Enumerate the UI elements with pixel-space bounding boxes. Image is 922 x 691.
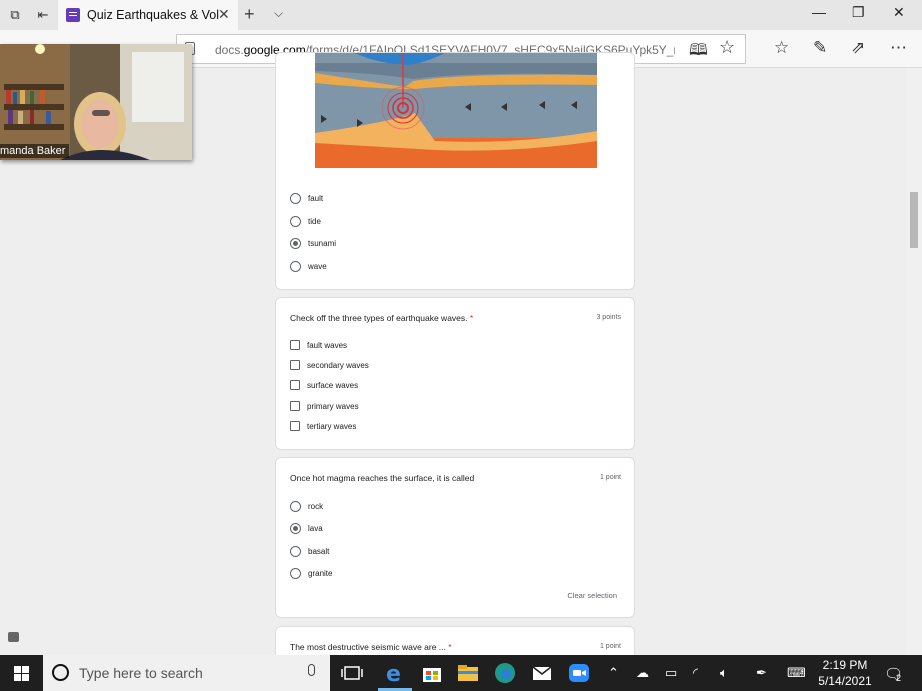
points-label: 1 point	[599, 643, 621, 650]
option-granite[interactable]: granite	[290, 566, 332, 580]
checkbox[interactable]	[290, 421, 300, 431]
option-surface-waves[interactable]: surface waves	[290, 378, 358, 392]
video-call-overlay[interactable]: manda Baker	[0, 44, 192, 160]
tab-title: Quiz Earthquakes & Vol	[87, 8, 220, 22]
windows-start-icon[interactable]	[14, 666, 29, 681]
earthquake-illustration	[315, 53, 597, 168]
option-basalt[interactable]: basalt	[290, 544, 329, 558]
chevron-down-icon[interactable]: ⌵	[274, 6, 283, 21]
option-secondary-waves[interactable]: secondary waves	[290, 358, 369, 372]
taskbar-search[interactable]: Type here to search	[43, 655, 330, 691]
question-card-magma: Once hot magma reaches the surface, it i…	[275, 457, 635, 618]
clear-selection-button[interactable]: Clear selection	[567, 591, 617, 600]
volume-icon[interactable]: 🔈︎	[720, 665, 728, 681]
tab-quiz[interactable]: Quiz Earthquakes & Vol ✕	[58, 0, 238, 30]
reading-view-icon[interactable]: 🕮	[689, 39, 708, 66]
option-lava[interactable]: lava	[290, 521, 323, 535]
close-tab-icon[interactable]: ✕	[218, 6, 230, 23]
feedback-icon[interactable]	[8, 632, 19, 642]
microphone-icon[interactable]	[308, 664, 315, 676]
file-explorer-icon[interactable]	[456, 661, 480, 685]
browser-tab-strip: ⧉ ⇤ Quiz Earthquakes & Vol ✕ + ⌵ — ❐ ✕	[0, 0, 922, 30]
clock[interactable]: 2:19 PM 5/14/2021	[810, 657, 880, 689]
favorite-star-icon[interactable]: ☆	[719, 37, 735, 58]
checkbox[interactable]	[290, 340, 300, 350]
touch-keyboard-icon[interactable]: ⌨	[787, 665, 806, 681]
new-tab-icon[interactable]: +	[244, 4, 255, 25]
google-forms-icon	[66, 8, 80, 22]
minimize-icon[interactable]: —	[812, 4, 826, 20]
option-tsunami[interactable]: tsunami	[290, 236, 336, 250]
zoom-icon[interactable]	[567, 661, 591, 685]
checkbox[interactable]	[290, 360, 300, 370]
radio-button[interactable]	[290, 500, 301, 512]
option-tide[interactable]: tide	[290, 214, 321, 228]
video-feed	[0, 44, 192, 160]
close-window-icon[interactable]: ✕	[893, 4, 905, 21]
radio-button[interactable]	[290, 567, 301, 579]
points-label: 1 point	[599, 474, 621, 481]
onedrive-icon[interactable]: ☁	[636, 665, 649, 681]
task-view-icon[interactable]	[340, 661, 364, 685]
radio-button-selected[interactable]	[290, 522, 301, 534]
question-title: The most destructive seismic wave are ..…	[290, 642, 452, 652]
radio-button[interactable]	[290, 215, 301, 227]
edge-icon[interactable]	[493, 661, 517, 685]
checkbox[interactable]	[290, 401, 300, 411]
question-title: Once hot magma reaches the surface, it i…	[290, 473, 475, 483]
checkbox[interactable]	[290, 380, 300, 390]
clock-time: 2:19 PM	[822, 658, 868, 672]
battery-icon[interactable]: ▭	[665, 665, 677, 681]
favorites-list-icon[interactable]: ☆	[774, 38, 789, 58]
question-title: Check off the three types of earthquake …	[290, 313, 474, 323]
store-icon[interactable]	[420, 661, 444, 685]
radio-button[interactable]	[290, 192, 301, 204]
scrollbar-thumb[interactable]	[910, 192, 918, 248]
cortana-icon[interactable]	[52, 664, 69, 681]
option-primary-waves[interactable]: primary waves	[290, 399, 359, 413]
tab-actions-icon[interactable]: ⧉	[6, 6, 24, 24]
radio-button[interactable]	[290, 545, 301, 557]
set-aside-tabs-icon[interactable]: ⇤	[34, 6, 52, 24]
option-wave[interactable]: wave	[290, 259, 327, 273]
svg-text:e: e	[386, 662, 401, 685]
show-hidden-icons-icon[interactable]: ⌃	[608, 665, 619, 681]
mail-icon[interactable]	[530, 661, 554, 685]
notification-count: 2	[896, 673, 902, 683]
option-fault-waves[interactable]: fault waves	[290, 338, 347, 352]
clock-date: 5/14/2021	[818, 674, 872, 688]
edge-legacy-icon[interactable]: e	[383, 661, 407, 685]
wifi-icon[interactable]: ◜	[693, 665, 698, 681]
search-placeholder: Type here to search	[79, 665, 203, 681]
radio-button[interactable]	[290, 260, 301, 272]
option-tertiary-waves[interactable]: tertiary waves	[290, 419, 356, 433]
participant-name: manda Baker	[0, 144, 70, 158]
pen-workspace-icon[interactable]: ✒	[756, 665, 767, 681]
option-rock[interactable]: rock	[290, 499, 323, 513]
restore-icon[interactable]: ❐	[852, 4, 865, 21]
question-card-image: fault tide tsunami wave	[275, 52, 635, 290]
share-icon[interactable]: ⇗	[851, 38, 865, 58]
question-card-waves: Check off the three types of earthquake …	[275, 297, 635, 450]
pen-icon[interactable]: ✎	[813, 38, 827, 58]
more-options-icon[interactable]: ⋯	[890, 38, 907, 58]
page-scrollbar[interactable]	[906, 68, 922, 655]
option-fault[interactable]: fault	[290, 191, 323, 205]
windows-taskbar: Type here to search e ⌃ ☁ ▭ ◜ 🔈︎ ✒ ⌨ 2:1…	[0, 655, 922, 691]
radio-button-selected[interactable]	[290, 237, 301, 249]
points-label: 3 points	[596, 314, 621, 321]
